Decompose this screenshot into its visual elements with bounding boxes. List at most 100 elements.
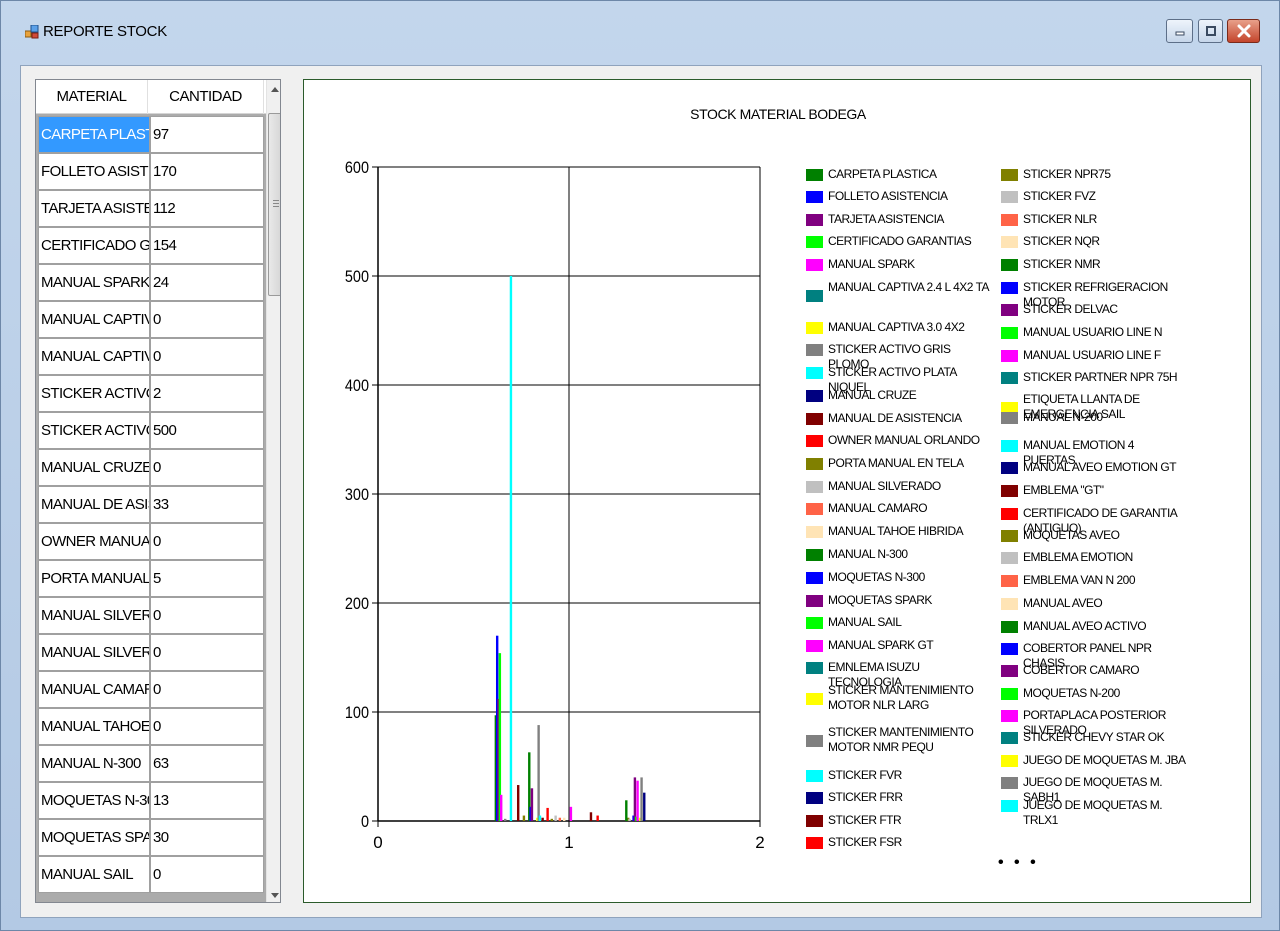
legend-item: MOQUETAS N-200: [1001, 686, 1188, 701]
material-cell[interactable]: MANUAL DE ASIST...: [38, 486, 150, 523]
cantidad-cell[interactable]: 0: [150, 708, 264, 745]
cantidad-cell[interactable]: 30: [150, 819, 264, 856]
material-cell[interactable]: CERTIFICADO GAR...: [38, 227, 150, 264]
table-row[interactable]: MOQUETAS SPARK30: [36, 819, 266, 856]
material-cell[interactable]: STICKER ACTIVO P...: [38, 412, 150, 449]
scroll-down-button[interactable]: [267, 887, 280, 902]
table-row[interactable]: MANUAL SILVERA...0: [36, 634, 266, 671]
cantidad-cell[interactable]: 0: [150, 523, 264, 560]
cantidad-cell[interactable]: 0: [150, 671, 264, 708]
chart-bar: [633, 777, 637, 821]
scroll-thumb[interactable]: [268, 113, 280, 296]
table-row[interactable]: MANUAL SAIL 0: [36, 856, 266, 893]
table-row[interactable]: MOQUETAS N-30013: [36, 782, 266, 819]
table-row[interactable]: MANUAL CAMARO0: [36, 671, 266, 708]
table-row[interactable]: CARPETA PLASTICA97: [36, 116, 266, 153]
material-cell[interactable]: TARJETA ASISTE...: [38, 190, 150, 227]
table-row[interactable]: OWNER MANUAL ...0: [36, 523, 266, 560]
legend-swatch: [1001, 643, 1018, 655]
table-row[interactable]: MANUAL SILVERA...0: [36, 597, 266, 634]
material-cell[interactable]: PORTA MANUAL E...: [38, 560, 150, 597]
table-row[interactable]: MANUAL CAPTIVA ...0: [36, 338, 266, 375]
cantidad-cell[interactable]: 154: [150, 227, 264, 264]
close-button[interactable]: [1227, 19, 1260, 43]
table-row[interactable]: STICKER ACTIVO P...500: [36, 412, 266, 449]
legend-label: EMBLEMA VAN N 200: [1023, 573, 1136, 587]
table-row[interactable]: PORTA MANUAL E...5: [36, 560, 266, 597]
legend-label: MOQUETAS SPARK: [828, 593, 932, 607]
legend-swatch: [1001, 755, 1018, 767]
material-cell[interactable]: MANUAL CAPTIVA ...: [38, 338, 150, 375]
table-row[interactable]: FOLLETO ASISTEN...170: [36, 153, 266, 190]
cantidad-cell[interactable]: 5: [150, 560, 264, 597]
table-row[interactable]: MANUAL CRUZE 0: [36, 449, 266, 486]
scroll-up-button[interactable]: [267, 80, 280, 97]
legend-label: MANUAL SILVERADO: [828, 479, 941, 493]
legend-item: STICKER FVZ: [1001, 189, 1188, 204]
legend-swatch: [806, 815, 823, 827]
cantidad-cell[interactable]: 112: [150, 190, 264, 227]
cantidad-cell[interactable]: 2: [150, 375, 264, 412]
chart-bar: [541, 817, 544, 821]
material-cell[interactable]: MANUAL N-300: [38, 745, 150, 782]
table-row[interactable]: TARJETA ASISTE...112: [36, 190, 266, 227]
legend-item: CARPETA PLASTICA: [806, 167, 993, 182]
table-row[interactable]: MANUAL N-300 63: [36, 745, 266, 782]
cantidad-cell[interactable]: 500: [150, 412, 264, 449]
table-row[interactable]: CERTIFICADO GAR...154: [36, 227, 266, 264]
material-cell[interactable]: MANUAL SILVERA...: [38, 634, 150, 671]
column-header-material[interactable]: MATERIAL: [36, 80, 148, 114]
material-cell[interactable]: STICKER ACTIVO ...: [38, 375, 150, 412]
cantidad-cell[interactable]: 0: [150, 449, 264, 486]
legend-swatch: [1001, 732, 1018, 744]
chart-bar: [537, 725, 540, 821]
cantidad-cell[interactable]: 0: [150, 338, 264, 375]
material-cell[interactable]: MANUAL CAMARO: [38, 671, 150, 708]
material-cell[interactable]: MANUAL SPARK: [38, 264, 150, 301]
y-tick-label: 200: [345, 595, 369, 613]
cantidad-cell[interactable]: 13: [150, 782, 264, 819]
legend-swatch: [1001, 327, 1018, 339]
material-cell[interactable]: MANUAL SILVERA...: [38, 597, 150, 634]
material-cell[interactable]: MANUAL CAPTIVA ...: [38, 301, 150, 338]
legend-swatch: [806, 458, 823, 470]
chart-bar: [550, 818, 554, 821]
cantidad-cell[interactable]: 97: [150, 116, 264, 153]
maximize-button[interactable]: [1198, 19, 1223, 43]
cantidad-cell[interactable]: 0: [150, 856, 264, 893]
column-header-cantidad[interactable]: CANTIDAD: [148, 80, 264, 114]
material-cell[interactable]: CARPETA PLASTICA: [38, 116, 150, 153]
table-row[interactable]: STICKER ACTIVO ...2: [36, 375, 266, 412]
table-row[interactable]: MANUAL DE ASIST...33: [36, 486, 266, 523]
minimize-button[interactable]: [1166, 19, 1193, 43]
cantidad-cell[interactable]: 0: [150, 634, 264, 671]
table-row[interactable]: MANUAL CAPTIVA ...0: [36, 301, 266, 338]
table-row[interactable]: MANUAL TAHOE H...0: [36, 708, 266, 745]
y-tick-label: 500: [345, 268, 369, 286]
legend-swatch: [806, 259, 823, 271]
material-grid[interactable]: MATERIAL CANTIDAD CARPETA PLASTICA97FOLL…: [35, 79, 281, 903]
material-cell[interactable]: MOQUETAS N-300: [38, 782, 150, 819]
material-cell[interactable]: MANUAL TAHOE H...: [38, 708, 150, 745]
cantidad-cell[interactable]: 170: [150, 153, 264, 190]
cantidad-cell[interactable]: 0: [150, 301, 264, 338]
material-cell[interactable]: FOLLETO ASISTEN...: [38, 153, 150, 190]
legend-item: COBERTOR CAMARO: [1001, 663, 1188, 678]
material-cell[interactable]: MANUAL SAIL: [38, 856, 150, 893]
material-cell[interactable]: MANUAL CRUZE: [38, 449, 150, 486]
legend-label: MANUAL CAPTIVA 2.4 L 4X2 TA: [828, 280, 990, 294]
cantidad-cell[interactable]: 0: [150, 597, 264, 634]
cantidad-cell[interactable]: 63: [150, 745, 264, 782]
legend-item: STICKER FRR: [806, 790, 993, 805]
legend-label: STICKER NMR: [1023, 257, 1101, 271]
table-row[interactable]: MANUAL SPARK 24: [36, 264, 266, 301]
material-cell[interactable]: OWNER MANUAL ...: [38, 523, 150, 560]
legend-label: MANUAL AVEO: [1023, 596, 1103, 610]
legend-label: MOQUETAS N-300: [828, 570, 925, 584]
legend-label: PORTA MANUAL EN TELA: [828, 456, 964, 470]
title-bar[interactable]: REPORTE STOCK: [1, 1, 1279, 63]
material-cell[interactable]: MOQUETAS SPARK: [38, 819, 150, 856]
grid-vertical-scrollbar[interactable]: [266, 80, 280, 902]
cantidad-cell[interactable]: 24: [150, 264, 264, 301]
cantidad-cell[interactable]: 33: [150, 486, 264, 523]
